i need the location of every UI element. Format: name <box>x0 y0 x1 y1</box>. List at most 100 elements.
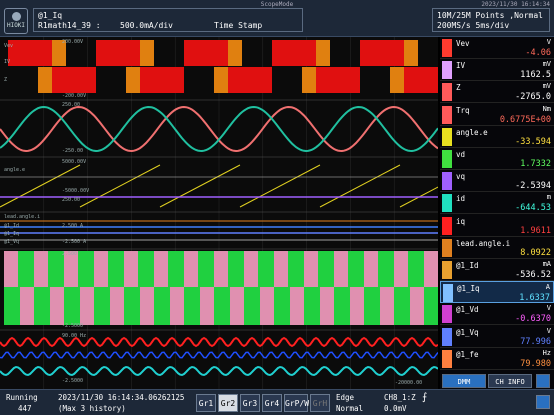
waveform-block <box>410 287 424 325</box>
waveform-block <box>288 251 304 287</box>
waveform-block <box>64 287 80 325</box>
tab-grh[interactable]: GrH <box>310 394 330 412</box>
channel-name: Vev <box>456 39 470 48</box>
channel-value-panel: Vev V -4.06 IV mV 1162.5 ZmV -2765.0 Trq Nm 0.6775… <box>440 37 554 389</box>
waveform-block <box>94 251 108 287</box>
waveform-block <box>258 251 274 287</box>
tab-gr1[interactable]: Gr1 <box>196 394 216 412</box>
scale-label: 2.500 A <box>62 223 84 229</box>
waveform-block <box>260 287 274 325</box>
menu-icon[interactable] <box>536 395 550 409</box>
channel-item[interactable]: id m -644.53 <box>440 192 554 215</box>
waveform-block <box>140 40 154 66</box>
hioki-logo[interactable]: HIOKI <box>4 8 28 34</box>
waveform-block <box>4 287 20 325</box>
waveform-block <box>108 251 124 287</box>
trace-label-vev: Vev <box>4 43 14 49</box>
waveform-block <box>404 40 418 66</box>
waveform-block <box>230 287 244 325</box>
channel-color-swatch <box>442 172 452 191</box>
channel-item[interactable]: lead.angle.i 8.0922 <box>440 237 554 259</box>
channel-name: vq <box>456 172 466 182</box>
waveform-block <box>360 40 404 66</box>
waveform-block <box>80 287 94 325</box>
waveform-block <box>228 40 242 66</box>
channel-name: Trq <box>456 105 470 115</box>
channel-item[interactable]: @1_Iq A 1.6337 <box>440 281 554 304</box>
waveform-block <box>228 251 244 287</box>
channel-item[interactable]: vq -2.5394 <box>440 170 554 193</box>
waveform-block <box>170 287 184 325</box>
waveform-block <box>348 251 364 287</box>
channel-item[interactable]: ZmV -2765.0 <box>440 81 554 104</box>
channel-item[interactable]: Vev V -4.06 <box>440 37 554 59</box>
acquisition-settings[interactable]: 10M/25M Points ,Normal 200MS/s 5ms/div <box>432 8 550 32</box>
datetime-display: 2023/11/30 16:14:34 <box>481 1 550 8</box>
channel-item[interactable]: @1_Vq V 77.996 <box>440 326 554 348</box>
channel-unit: mV <box>542 82 551 91</box>
waveform-block <box>274 287 290 325</box>
record-length: 10M/25M Points ,Normal <box>437 11 543 20</box>
panel-toggle-icon[interactable] <box>536 374 550 388</box>
tab-ch-info[interactable]: CH INFO <box>488 374 532 388</box>
channel-item[interactable]: IV mV 1162.5 <box>440 59 554 82</box>
channel-item[interactable]: vd 1.7332 <box>440 148 554 170</box>
waveform-block <box>334 251 348 287</box>
tab-dmm[interactable]: DMM <box>442 374 486 388</box>
waveform-block <box>200 287 214 325</box>
channel-name: @1_Id <box>456 261 479 270</box>
channel-item[interactable]: iq 1.9611 <box>440 215 554 237</box>
channel-value: -644.53 <box>515 203 551 214</box>
tab-gr3[interactable]: Gr3 <box>240 394 260 412</box>
scale-label: 200.00V <box>62 39 84 45</box>
channel-item[interactable]: angle.e -33.594 <box>440 126 554 148</box>
waveform-block <box>184 40 228 66</box>
waveform-block <box>390 67 404 93</box>
channel-color-swatch <box>442 105 452 124</box>
tab-grpw[interactable]: GrP/W <box>284 394 309 412</box>
trigger-channel: CH8_1:Z <box>384 393 416 402</box>
channel-value: -2765.0 <box>515 92 551 103</box>
waveform-block <box>34 287 50 325</box>
channel-name: lead.angle.i <box>456 238 511 248</box>
channel-scale-box[interactable]: @1_Iq R1math14_39 : 500.0mA/div Time Sta… <box>33 8 303 32</box>
channel-item[interactable]: @1_Vd V -0.6370 <box>440 303 554 326</box>
waveform-block <box>96 40 140 66</box>
waveform-trace <box>0 336 438 348</box>
channel-color-swatch <box>442 261 452 279</box>
trace-label-z: Z <box>4 77 8 83</box>
waveform-block <box>424 287 438 325</box>
channel-value: -536.52 <box>515 270 551 280</box>
waveform-block <box>304 251 318 287</box>
waveform-block <box>8 40 52 66</box>
channel-color-swatch <box>442 305 452 324</box>
trigger-mode: Normal <box>336 404 364 413</box>
channel-item[interactable]: Trq Nm 0.6775E+00 <box>440 104 554 126</box>
channel-item[interactable]: @1_Id mA -536.52 <box>440 259 554 281</box>
trigger-level: 0.0mV <box>384 404 407 413</box>
channel-color-swatch <box>442 61 452 80</box>
channel-value: 1162.5 <box>520 70 551 81</box>
waveform-block <box>52 67 96 93</box>
waveform-block <box>18 251 34 287</box>
trace-label-vq: @1_Vq <box>4 239 20 245</box>
waveform-block <box>316 40 330 66</box>
waveform-block <box>394 287 410 325</box>
scale-label: 5000.00V <box>62 159 87 165</box>
scale-label: 90.00 Hz <box>62 333 87 339</box>
channel-value: 79.980 <box>520 358 551 369</box>
channel-unit: A <box>545 283 550 292</box>
waveform-block <box>138 251 154 287</box>
waveform-block <box>424 251 438 287</box>
scale-label: 250.00 <box>62 197 81 203</box>
waveform-block <box>124 251 138 287</box>
channel-item[interactable]: @1_fe Hz 79.980 <box>440 348 554 370</box>
channel-color-swatch <box>442 349 452 368</box>
waveform-block <box>94 287 110 325</box>
tab-gr4[interactable]: Gr4 <box>262 394 282 412</box>
acquisition-count: 447 <box>18 404 32 413</box>
tab-gr2[interactable]: Gr2 <box>218 394 238 412</box>
waveform-block <box>244 287 260 325</box>
waveform-block <box>124 287 140 325</box>
waveform-display[interactable]: 200.00V -200.00V Vev IV Z 250.00 -250.00… <box>0 37 438 389</box>
